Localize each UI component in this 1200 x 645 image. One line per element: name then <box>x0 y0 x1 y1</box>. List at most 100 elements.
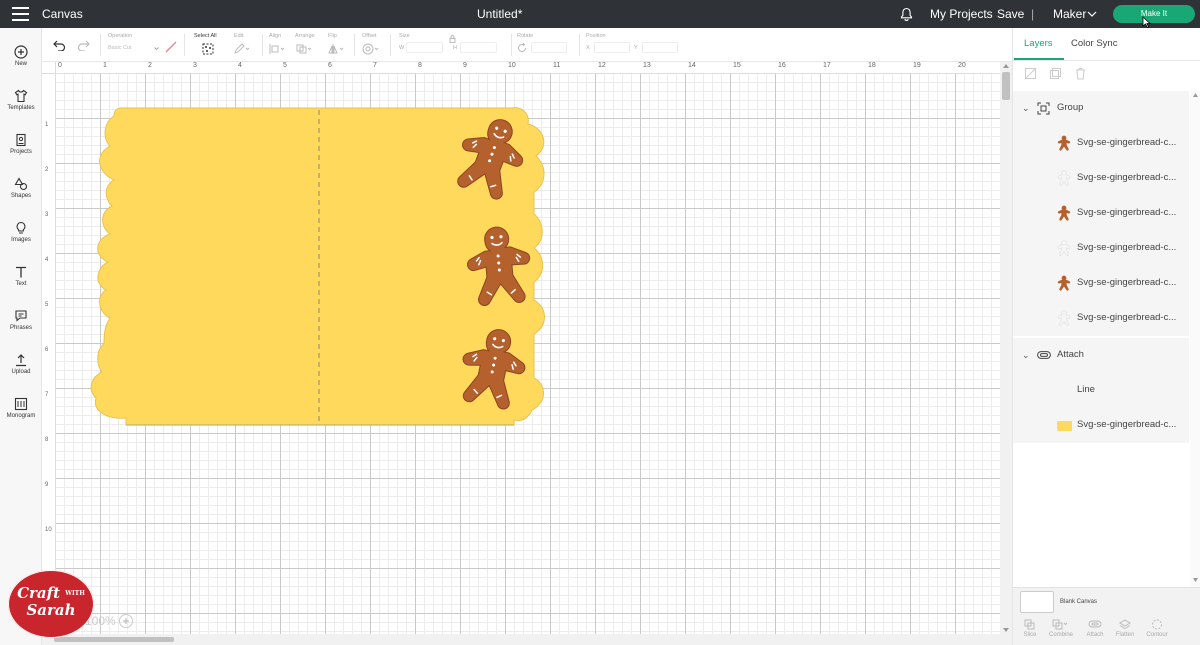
sidebar-label: Projects <box>10 149 32 155</box>
scroll-thumb[interactable] <box>1002 72 1010 100</box>
group-action-icon[interactable] <box>1024 67 1037 80</box>
operation-select[interactable]: Basic Cut <box>108 45 132 51</box>
ruler-tick-label: 4 <box>45 257 49 263</box>
layer-row[interactable]: Svg-se-gingerbread-c... <box>1013 196 1189 231</box>
hamburger-menu-icon[interactable] <box>12 7 29 21</box>
blank-canvas-swatch[interactable] <box>1020 591 1054 613</box>
select-all-group[interactable]: Select All <box>194 32 228 58</box>
tab-color-sync[interactable]: Color Sync <box>1071 38 1117 49</box>
scroll-down-icon[interactable] <box>1003 628 1009 632</box>
layer-group-row[interactable]: ⌄ Group <box>1013 91 1189 126</box>
toolbar-divider <box>354 34 355 56</box>
offset-label: Offset <box>362 33 377 39</box>
rotate-group[interactable]: Rotate <box>517 32 577 58</box>
attach-button[interactable]: Attach <box>1080 619 1110 638</box>
operation-group[interactable]: Operation Basic Cut <box>108 32 188 58</box>
layer-row[interactable]: Svg-se-gingerbread-c... <box>1013 161 1189 196</box>
sidebar-item-phrases[interactable]: Phrases <box>0 300 42 342</box>
contour-button[interactable]: Contour <box>1142 619 1172 638</box>
layer-row[interactable]: Svg-se-gingerbread-c... <box>1013 126 1189 161</box>
sidebar-label: Shapes <box>10 193 32 199</box>
arrange-group[interactable]: Arrange <box>295 32 321 58</box>
flatten-label: Flatten <box>1115 632 1135 638</box>
height-input[interactable] <box>460 42 497 53</box>
layer-row[interactable]: Line <box>1013 373 1189 408</box>
zoom-in-button[interactable]: + <box>119 614 133 628</box>
flatten-button[interactable]: Flatten <box>1110 619 1140 638</box>
position-group[interactable]: Position X Y <box>586 32 686 58</box>
trash-icon[interactable] <box>1074 67 1087 80</box>
card-design[interactable] <box>56 74 616 474</box>
slice-icon <box>1024 619 1035 630</box>
ruler-tick-label: 3 <box>193 62 197 69</box>
offset-group[interactable]: Offset <box>362 32 386 58</box>
chevron-down-icon[interactable] <box>1087 11 1097 17</box>
slice-button[interactable]: Slice <box>1015 619 1045 638</box>
sidebar-item-templates[interactable]: Templates <box>0 80 42 122</box>
panel-scrollbar[interactable] <box>1190 90 1200 587</box>
sidebar-item-projects[interactable]: Projects <box>0 124 42 166</box>
width-input[interactable] <box>406 42 443 53</box>
align-group[interactable]: Align <box>269 32 291 58</box>
scroll-thumb[interactable] <box>54 637 174 642</box>
document-title[interactable]: Untitled* <box>477 7 522 21</box>
toolbar-divider <box>100 34 101 56</box>
toolbar-divider <box>579 34 580 56</box>
lock-icon[interactable] <box>449 35 456 43</box>
ruler-tick-label: 1 <box>103 62 107 69</box>
contour-icon <box>1152 619 1162 630</box>
plus-circle-icon <box>14 45 28 59</box>
ruler-tick-label: 8 <box>418 62 422 69</box>
craft-with-sarah-logo: Craft WITH Sarah <box>8 570 94 638</box>
sidebar-item-upload[interactable]: Upload <box>0 344 42 386</box>
ruler-tick-label: 17 <box>823 62 831 69</box>
chevron-down-icon[interactable]: ⌄ <box>1022 103 1030 114</box>
sidebar-item-images[interactable]: Images <box>0 212 42 254</box>
horizontal-scrollbar[interactable] <box>42 634 1012 645</box>
vertical-scrollbar[interactable] <box>1000 62 1012 634</box>
bell-icon[interactable] <box>900 7 913 21</box>
y-input[interactable] <box>642 42 678 53</box>
rotate-input[interactable] <box>531 42 567 53</box>
layer-name: Svg-se-gingerbread-c... <box>1077 419 1177 430</box>
sidebar-item-monogram[interactable]: Monogram <box>0 388 42 430</box>
machine-select[interactable]: Maker <box>1053 7 1086 21</box>
sidebar-item-shapes[interactable]: Shapes <box>0 168 42 210</box>
layer-row[interactable]: Svg-se-gingerbread-c... <box>1013 301 1189 336</box>
sidebar-item-text[interactable]: Text <box>0 256 42 298</box>
redo-icon[interactable] <box>77 40 90 51</box>
make-it-button[interactable]: Make It <box>1113 5 1195 23</box>
save-button[interactable]: Save <box>997 7 1024 21</box>
layer-name: Svg-se-gingerbread-c... <box>1077 207 1177 218</box>
tab-layers[interactable]: Layers <box>1024 38 1053 49</box>
ruler-tick-label: 12 <box>598 62 606 69</box>
layer-row[interactable]: Svg-se-gingerbread-c... <box>1013 408 1189 443</box>
logo-text: Sarah <box>26 601 76 619</box>
chevron-down-icon <box>154 47 159 51</box>
scroll-up-icon[interactable] <box>1003 64 1009 68</box>
x-input[interactable] <box>594 42 630 53</box>
layer-name: Svg-se-gingerbread-c... <box>1077 277 1177 288</box>
layer-attach-row[interactable]: ⌄ Attach <box>1013 338 1189 373</box>
duplicate-icon[interactable] <box>1049 67 1062 80</box>
ruler-tick-label: 3 <box>45 212 49 218</box>
sidebar-item-new[interactable]: New <box>0 36 42 78</box>
scroll-down-icon[interactable] <box>1193 578 1198 582</box>
flip-group[interactable]: Flip <box>328 32 350 58</box>
layer-name: Svg-se-gingerbread-c... <box>1077 242 1177 253</box>
layer-row[interactable]: Svg-se-gingerbread-c... <box>1013 266 1189 301</box>
chevron-down-icon[interactable]: ⌄ <box>1022 350 1030 361</box>
scroll-up-icon[interactable] <box>1193 93 1198 97</box>
size-group[interactable]: Size W H <box>399 32 509 58</box>
edit-group[interactable]: Edit <box>234 32 260 58</box>
pen-color-icon[interactable] <box>165 41 177 53</box>
operation-label: Operation <box>108 33 133 39</box>
design-canvas[interactable] <box>56 74 1000 634</box>
layer-row[interactable]: Svg-se-gingerbread-c... <box>1013 231 1189 266</box>
sidebar-label: Monogram <box>6 413 36 419</box>
gingerbread-thumbnail-icon <box>1057 135 1071 151</box>
ruler-corner <box>42 62 56 74</box>
combine-button[interactable]: Combine <box>1046 619 1076 638</box>
my-projects-link[interactable]: My Projects <box>930 7 993 21</box>
undo-icon[interactable] <box>53 40 66 51</box>
